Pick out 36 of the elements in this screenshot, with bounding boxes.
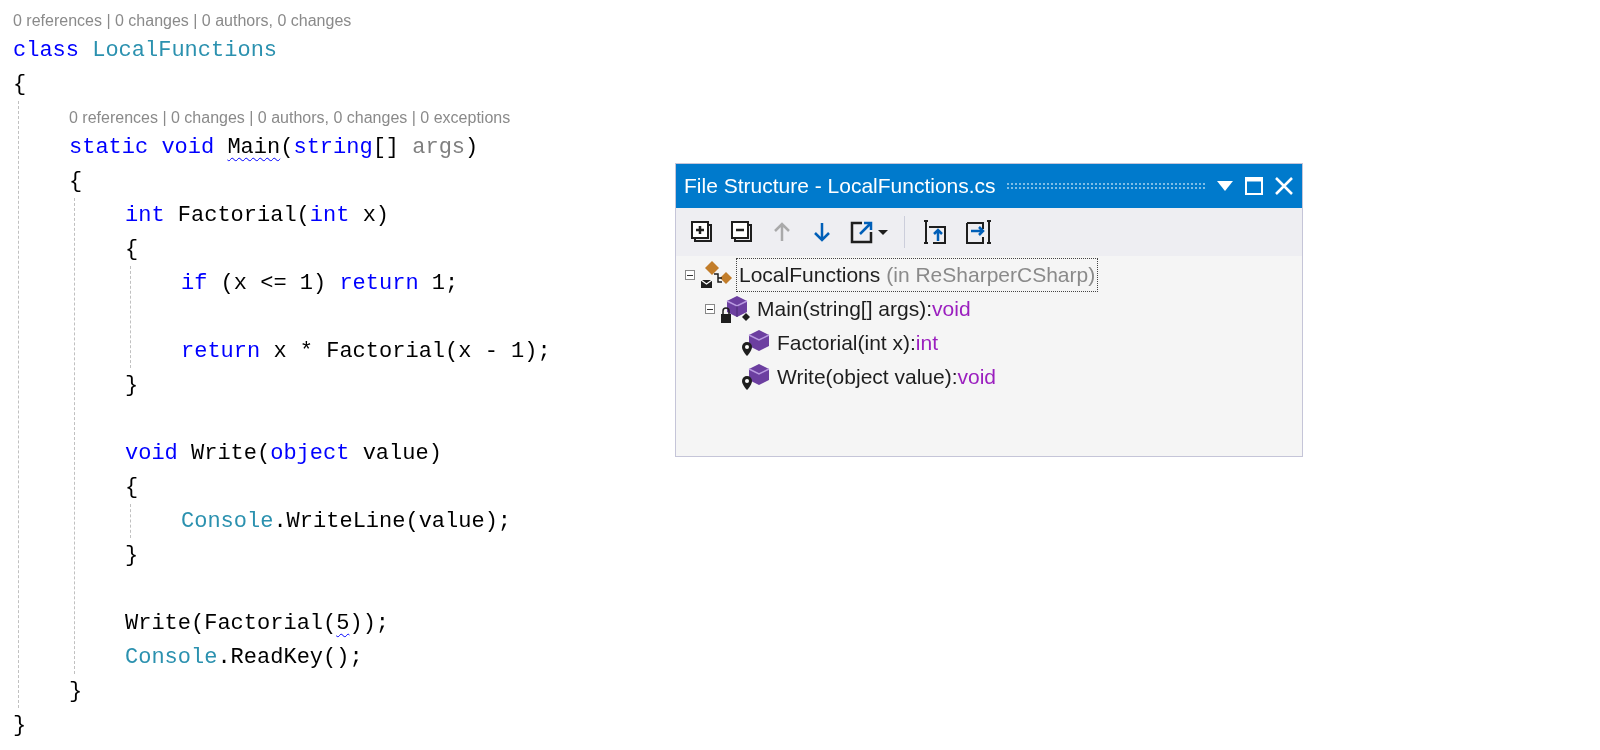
close-icon[interactable] — [1274, 176, 1294, 196]
code-line: static void Main(string[] args) — [69, 133, 479, 162]
code-line: void Write(object value) — [125, 439, 442, 468]
code-lens-text[interactable]: 0 references | 0 changes | 0 authors, 0 changes | 0 exceptions — [69, 106, 511, 130]
code-line: } — [13, 711, 27, 740]
code-line: { — [69, 167, 83, 196]
collapse-toggle[interactable] — [705, 304, 715, 314]
code-line: { — [125, 235, 139, 264]
dropdown-icon[interactable] — [1216, 180, 1234, 192]
code-line: class LocalFunctions — [13, 36, 278, 65]
code-line: { — [13, 70, 27, 99]
collapse-all-icon — [730, 220, 754, 244]
code-line: Write(Factorial(5)); — [125, 609, 390, 638]
code-line: Console.WriteLine(value); — [181, 507, 512, 536]
tree-item[interactable]: Main(string[] args):void — [754, 292, 974, 326]
code-line: { — [125, 473, 139, 502]
code-lens-text[interactable]: 0 references | 0 changes | 0 authors, 0 changes — [13, 9, 352, 33]
pinned-method-icon — [740, 362, 772, 392]
maximize-icon[interactable] — [1244, 176, 1264, 196]
code-line: int Factorial(int x) — [125, 201, 390, 230]
export-icon — [850, 220, 890, 244]
locked-method-icon — [720, 294, 752, 324]
code-line: } — [125, 371, 139, 400]
collapse-toggle[interactable] — [685, 270, 695, 280]
code-line: } — [69, 677, 83, 706]
tree-item[interactable]: Factorial(int x):int — [774, 326, 942, 360]
window-title: File Structure - LocalFunctions.cs — [684, 173, 996, 200]
code-line: if (x <= 1) return 1; — [181, 269, 459, 298]
pinned-method-icon — [740, 328, 772, 358]
code-line: } — [125, 541, 139, 570]
code-line: Console.ReadKey(); — [125, 643, 363, 672]
expand-all-icon — [690, 220, 714, 244]
tree-item[interactable]: LocalFunctions (in ReSharperCSharp) — [736, 258, 1099, 292]
code-line: return x * Factorial(x - 1); — [181, 337, 551, 366]
tree-item[interactable]: Write(object value):void — [774, 360, 1000, 394]
class-icon — [700, 260, 734, 290]
